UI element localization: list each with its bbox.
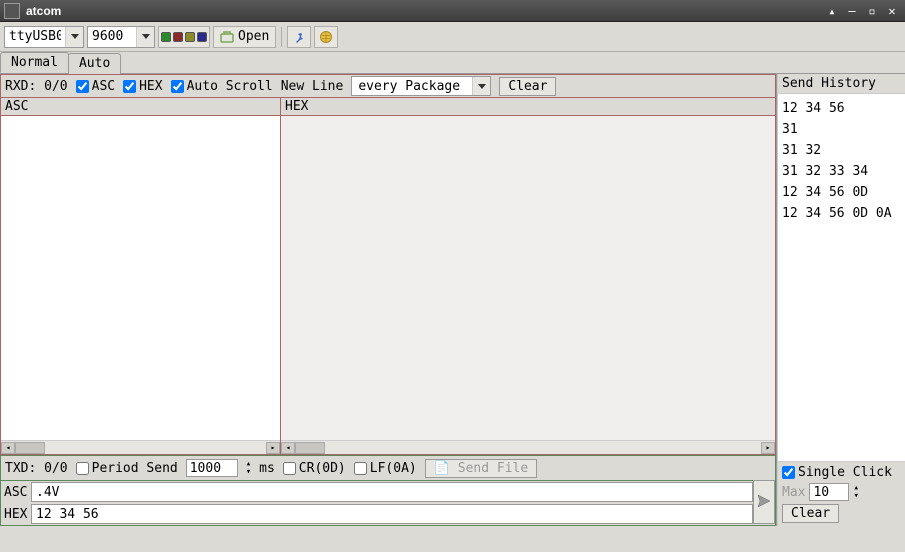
send-inputs: ASC HEX	[1, 480, 753, 525]
hex-output[interactable]	[281, 116, 775, 440]
period-unit: ms	[259, 461, 275, 476]
scroll-thumb[interactable]	[295, 442, 325, 454]
open-label: Open	[238, 29, 269, 44]
port-combo[interactable]	[4, 26, 84, 48]
period-spinner[interactable]: ▴▾	[246, 460, 251, 476]
history-item[interactable]: 31 32 33 34	[782, 161, 901, 182]
rxd-counter: RXD: 0/0	[5, 79, 68, 94]
history-item[interactable]: 31	[782, 119, 901, 140]
hex-checkbox[interactable]: HEX	[123, 79, 162, 94]
period-send-checkbox[interactable]: Period Send	[76, 461, 178, 476]
newline-combo[interactable]: every Package	[351, 76, 491, 96]
scroll-thumb[interactable]	[15, 442, 45, 454]
history-item[interactable]: 31 32	[782, 140, 901, 161]
asc-pane: ASC ◂ ▸	[1, 98, 281, 454]
max-spinner[interactable]: ▴▾	[853, 484, 858, 500]
rx-toolbar: RXD: 0/0 ASC HEX Auto Scroll New Line ev…	[0, 74, 776, 98]
tab-auto[interactable]: Auto	[68, 53, 121, 74]
window-titlebar: atcom ▴ — ▫ ✕	[0, 0, 905, 22]
send-asc-label: ASC	[1, 485, 31, 500]
open-icon	[220, 30, 234, 44]
newline-dropdown-icon[interactable]	[472, 77, 490, 95]
hex-pane-header: HEX	[281, 98, 775, 116]
pin-button[interactable]	[287, 26, 311, 48]
help-button[interactable]	[314, 26, 338, 48]
baud-dropdown-icon[interactable]	[136, 27, 154, 47]
period-input[interactable]	[186, 459, 238, 477]
file-icon: 📄	[434, 461, 450, 476]
globe-icon	[319, 30, 333, 44]
history-panel: Send History 12 34 563131 3231 32 33 341…	[777, 74, 905, 526]
maximize-button[interactable]: ▫	[863, 3, 881, 19]
single-click-checkbox[interactable]: Single Click	[782, 465, 901, 480]
tx-area: TXD: 0/0 Period Send ▴▾ ms CR(0D) LF(0A)…	[0, 455, 776, 526]
history-item[interactable]: 12 34 56 0D	[782, 182, 901, 203]
lf-checkbox[interactable]: LF(0A)	[354, 461, 417, 476]
scroll-right-icon[interactable]: ▸	[266, 442, 280, 454]
max-label: Max	[782, 485, 805, 500]
scroll-left-icon[interactable]: ◂	[281, 442, 295, 454]
led-yellow	[185, 32, 195, 42]
send-button[interactable]	[753, 480, 775, 524]
asc-checkbox[interactable]: ASC	[76, 79, 115, 94]
tab-strip: Normal Auto	[0, 52, 905, 74]
led-green	[161, 32, 171, 42]
history-title: Send History	[778, 74, 905, 94]
txd-counter: TXD: 0/0	[5, 461, 68, 476]
baud-combo[interactable]	[87, 26, 155, 48]
send-asc-input[interactable]	[31, 482, 753, 502]
history-item[interactable]: 12 34 56	[782, 98, 901, 119]
send-hex-input[interactable]	[31, 504, 753, 524]
scroll-right-icon[interactable]: ▸	[761, 442, 775, 454]
history-clear-button[interactable]: Clear	[782, 504, 839, 523]
app-icon	[4, 3, 20, 19]
history-item[interactable]: 12 34 56 0D 0A	[782, 203, 901, 224]
max-input[interactable]	[809, 483, 849, 501]
port-input[interactable]	[5, 29, 65, 44]
history-list[interactable]: 12 34 563131 3231 32 33 3412 34 56 0D12 …	[778, 94, 905, 461]
send-icon	[756, 493, 772, 512]
cr-checkbox[interactable]: CR(0D)	[283, 461, 346, 476]
asc-output[interactable]	[1, 116, 280, 440]
tab-normal[interactable]: Normal	[0, 52, 69, 73]
close-button[interactable]: ✕	[883, 3, 901, 19]
send-file-button[interactable]: 📄 Send File	[425, 459, 537, 478]
main-panel: RXD: 0/0 ASC HEX Auto Scroll New Line ev…	[0, 74, 777, 526]
rx-clear-button[interactable]: Clear	[499, 77, 556, 96]
open-button[interactable]: Open	[213, 26, 276, 48]
led-red	[173, 32, 183, 42]
asc-hscroll[interactable]: ◂ ▸	[1, 440, 280, 454]
history-controls: Single Click Max ▴▾ Clear	[778, 461, 905, 526]
scroll-left-icon[interactable]: ◂	[1, 442, 15, 454]
led-blue	[197, 32, 207, 42]
hex-pane: HEX ◂ ▸	[281, 98, 775, 454]
newline-label: New Line	[281, 79, 344, 94]
status-leds	[158, 26, 210, 48]
port-dropdown-icon[interactable]	[65, 27, 83, 47]
rollup-button[interactable]: ▴	[823, 3, 841, 19]
pin-icon	[292, 30, 306, 44]
send-hex-label: HEX	[1, 507, 31, 522]
rx-panes: ASC ◂ ▸ HEX ◂ ▸	[0, 98, 776, 455]
main-toolbar: Open	[0, 22, 905, 52]
baud-input[interactable]	[88, 29, 136, 44]
window-title: atcom	[26, 4, 821, 18]
tx-toolbar: TXD: 0/0 Period Send ▴▾ ms CR(0D) LF(0A)…	[1, 456, 775, 480]
newline-value: every Package	[352, 79, 472, 94]
asc-pane-header: ASC	[1, 98, 280, 116]
minimize-button[interactable]: —	[843, 3, 861, 19]
hex-hscroll[interactable]: ◂ ▸	[281, 440, 775, 454]
separator	[281, 27, 282, 47]
autoscroll-checkbox[interactable]: Auto Scroll	[171, 79, 273, 94]
